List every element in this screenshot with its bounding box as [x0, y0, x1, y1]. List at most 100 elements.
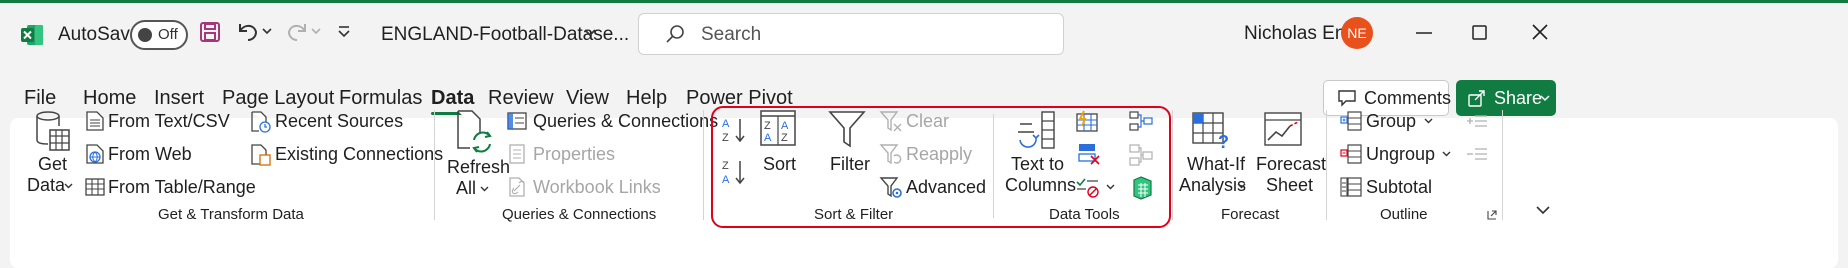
undo-icon[interactable]	[236, 20, 260, 44]
refresh-chevron-icon	[480, 186, 489, 192]
relationships-icon	[1129, 144, 1153, 166]
from-text-csv-button[interactable]: From Text/CSV	[108, 110, 230, 132]
get-data-label-line2: Data	[27, 175, 66, 195]
ungroup-button[interactable]: Ungroup	[1366, 143, 1435, 165]
search-box[interactable]: Search	[638, 13, 1064, 55]
text-to-columns-label-line2: Columns	[1005, 175, 1077, 195]
group-icon	[1340, 111, 1362, 131]
group-button[interactable]: Group	[1366, 110, 1416, 132]
tab-file[interactable]: File	[24, 86, 56, 110]
what-if-analysis-button[interactable]: ? What-If Analysis	[1178, 110, 1248, 198]
share-chevron-icon	[1540, 95, 1550, 102]
svg-text:Z: Z	[764, 120, 771, 132]
recent-sources-icon	[251, 111, 271, 133]
flash-fill-icon[interactable]	[1076, 110, 1098, 132]
share-icon	[1468, 89, 1486, 107]
queries-connections-icon	[507, 112, 527, 130]
advanced-button[interactable]: Advanced	[906, 176, 986, 198]
close-icon[interactable]	[1532, 24, 1548, 40]
tab-insert[interactable]: Insert	[154, 86, 204, 110]
group-label-queries: Queries & Connections	[502, 206, 657, 223]
existing-connections-button[interactable]: Existing Connections	[275, 143, 443, 165]
data-validation-chevron-icon[interactable]	[1106, 184, 1115, 190]
sort-z-to-a-icon[interactable]: ZA	[722, 158, 746, 186]
subtotal-button[interactable]: Subtotal	[1366, 176, 1432, 198]
filter-label: Filter	[830, 154, 870, 174]
what-if-label-line2: Analysis	[1179, 175, 1247, 195]
tab-view[interactable]: View	[566, 86, 609, 110]
from-text-csv-icon	[86, 111, 104, 131]
tab-page-layout[interactable]: Page Layout	[222, 86, 334, 110]
clear-filter-icon	[879, 111, 902, 133]
group-separator	[1172, 110, 1173, 220]
existing-connections-icon	[251, 144, 271, 166]
subtotal-icon	[1340, 177, 1362, 197]
from-table-range-button[interactable]: From Table/Range	[108, 176, 256, 198]
clear-button: Clear	[906, 111, 950, 131]
ungroup-chevron-icon[interactable]	[1442, 151, 1451, 157]
share-button[interactable]: Share	[1456, 80, 1556, 116]
from-web-button[interactable]: From Web	[108, 143, 192, 165]
group-label-sort-filter: Sort & Filter	[814, 206, 894, 223]
sort-a-to-z-icon[interactable]: AZ	[722, 116, 746, 144]
remove-duplicates-icon[interactable]	[1078, 143, 1100, 165]
workbook-links-icon	[509, 177, 527, 197]
save-icon[interactable]	[199, 21, 221, 43]
filename-chevron-icon[interactable]	[583, 28, 597, 38]
from-table-range-icon	[85, 178, 105, 196]
filter-funnel-icon	[828, 110, 866, 148]
recent-sources-button[interactable]: Recent Sources	[275, 110, 403, 132]
consolidate-icon[interactable]	[1129, 111, 1153, 131]
avatar[interactable]: NE	[1341, 17, 1373, 49]
svg-text:Z: Z	[781, 132, 788, 144]
advanced-filter-icon	[879, 177, 904, 199]
forecast-sheet-icon	[1264, 112, 1304, 148]
svg-text:A: A	[722, 118, 730, 130]
group-label-forecast: Forecast	[1221, 206, 1280, 223]
group-separator	[993, 114, 994, 218]
svg-text:?: ?	[1218, 132, 1229, 152]
group-separator	[1326, 110, 1327, 220]
user-name[interactable]: Nicholas End	[1244, 23, 1356, 45]
toggle-knob	[138, 28, 152, 42]
tab-data[interactable]: Data	[431, 86, 474, 110]
text-to-columns-button[interactable]: Text to Columns	[1004, 110, 1076, 198]
minimize-icon[interactable]	[1416, 32, 1432, 34]
text-to-columns-label-line1: Text to	[1011, 154, 1065, 174]
search-input[interactable]: Search	[701, 24, 761, 46]
group-label-get-transform: Get & Transform Data	[158, 206, 304, 223]
share-label: Share	[1494, 88, 1543, 108]
group-chevron-icon[interactable]	[1424, 118, 1433, 124]
data-validation-icon[interactable]	[1076, 177, 1100, 199]
excel-logo-icon	[20, 23, 44, 47]
refresh-label-line2: All	[456, 178, 477, 198]
autosave-state: Off	[158, 26, 178, 43]
refresh-icon	[456, 110, 492, 153]
customize-quick-access-icon[interactable]	[337, 25, 351, 39]
collapse-ribbon-chevron-icon[interactable]	[1536, 206, 1550, 215]
maximize-icon[interactable]	[1472, 25, 1487, 40]
tab-help[interactable]: Help	[626, 86, 667, 110]
data-model-icon[interactable]	[1130, 176, 1152, 200]
forecast-sheet-button[interactable]: Forecast Sheet	[1254, 110, 1326, 198]
filter-button[interactable]: Filter	[826, 110, 870, 190]
tab-formulas[interactable]: Formulas	[339, 86, 422, 110]
svg-text:A: A	[764, 132, 772, 144]
svg-text:Z: Z	[722, 132, 729, 144]
get-data-button[interactable]: Get Data	[22, 110, 74, 222]
ungroup-icon	[1340, 144, 1362, 164]
tab-home[interactable]: Home	[83, 86, 136, 110]
outline-dialog-launcher-icon[interactable]	[1487, 210, 1497, 220]
queries-connections-button[interactable]: Queries & Connections	[533, 110, 718, 132]
sort-icon: ZAAZ	[760, 110, 796, 146]
what-if-analysis-icon: ?	[1192, 112, 1232, 152]
title-bar: AutoSave Off ENGLAND-Football-Datase... …	[0, 3, 1848, 73]
refresh-all-button[interactable]: Refresh All	[444, 110, 510, 222]
autosave-toggle[interactable]: Off	[130, 20, 188, 50]
sort-button[interactable]: ZAAZ Sort	[756, 110, 800, 190]
group-label-data-tools: Data Tools	[1049, 206, 1120, 223]
tab-review[interactable]: Review	[488, 86, 554, 110]
redo-dropdown-chevron-icon	[311, 27, 321, 35]
comments-label: Comments	[1364, 88, 1452, 108]
undo-dropdown-chevron-icon[interactable]	[262, 27, 272, 35]
